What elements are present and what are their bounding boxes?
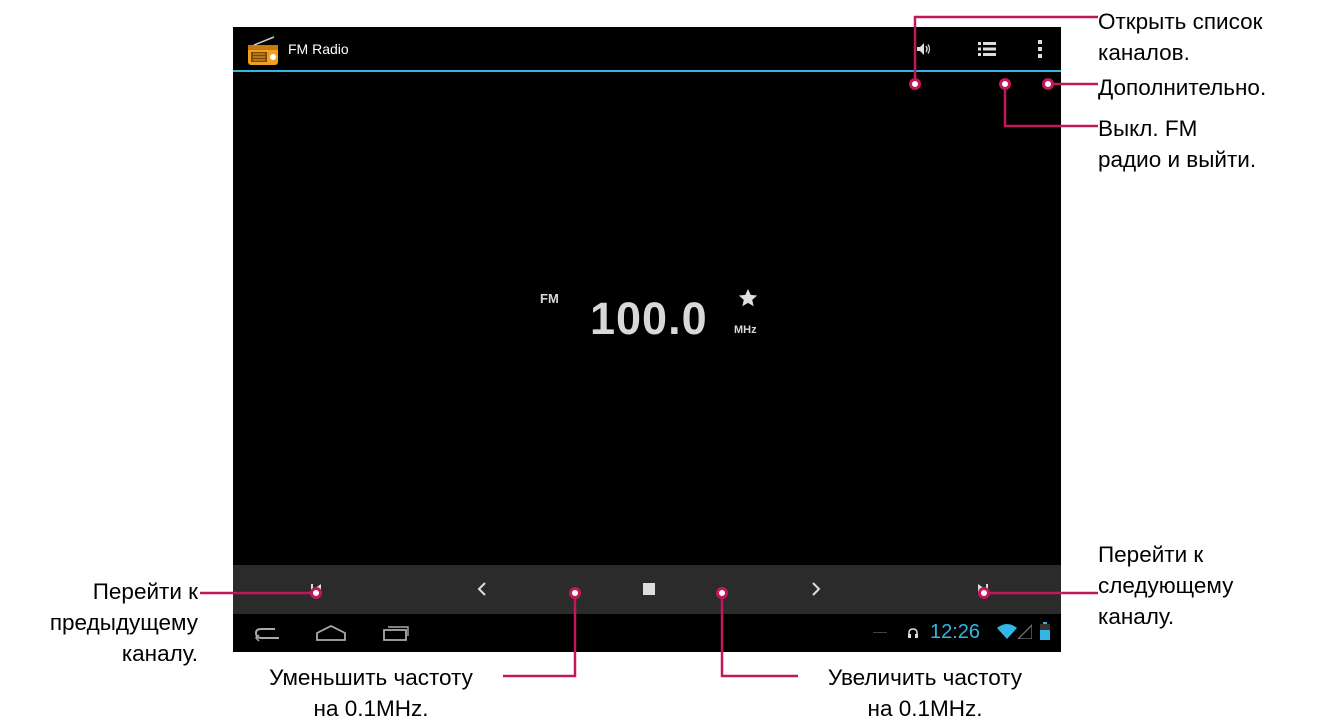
annotation-line: Открыть список [1098, 9, 1263, 34]
callout-dot-tune-up [716, 587, 728, 599]
annotation-line: следующему [1098, 573, 1234, 598]
annotation-line: каналу. [121, 641, 198, 666]
callout-dot-prev [310, 587, 322, 599]
annotation-channel-list: Открыть список каналов. [1098, 6, 1262, 68]
annotation-line: Увеличить частоту [827, 665, 1023, 690]
annotation-line: Перейти к [1098, 542, 1204, 567]
annotation-line: на 0.1MHz. [867, 696, 983, 721]
annotation-line: на 0.1MHz. [313, 696, 429, 721]
annotation-line: предыдущему [49, 610, 198, 635]
callout-dot-speaker [909, 78, 921, 90]
annotation-more: Дополнительно. [1098, 72, 1266, 103]
annotation-prev-channel: Перейти к предыдущему каналу. [50, 576, 198, 669]
annotation-next-channel: Перейти к следующему каналу. [1098, 539, 1233, 632]
annotation-increase: Увеличить частоту на 0.1MHz. [795, 662, 1055, 724]
callout-dot-next [978, 587, 990, 599]
annotation-decrease: Уменьшить частоту на 0.1MHz. [236, 662, 506, 724]
annotation-line: Выкл. FM [1098, 116, 1198, 141]
annotation-line: Перейти к [92, 579, 198, 604]
annotation-line: Дополнительно. [1098, 75, 1267, 100]
callout-dot-overflow [1042, 78, 1054, 90]
annotation-line: каналов. [1098, 40, 1190, 65]
annotation-line: каналу. [1098, 604, 1175, 629]
callout-dot-tune-down [569, 587, 581, 599]
annotation-line: радио и выйти. [1098, 147, 1257, 172]
callout-dot-channel-list [999, 78, 1011, 90]
annotation-line: Уменьшить частоту [269, 665, 473, 690]
annotation-exit: Выкл. FM радио и выйти. [1098, 113, 1256, 175]
